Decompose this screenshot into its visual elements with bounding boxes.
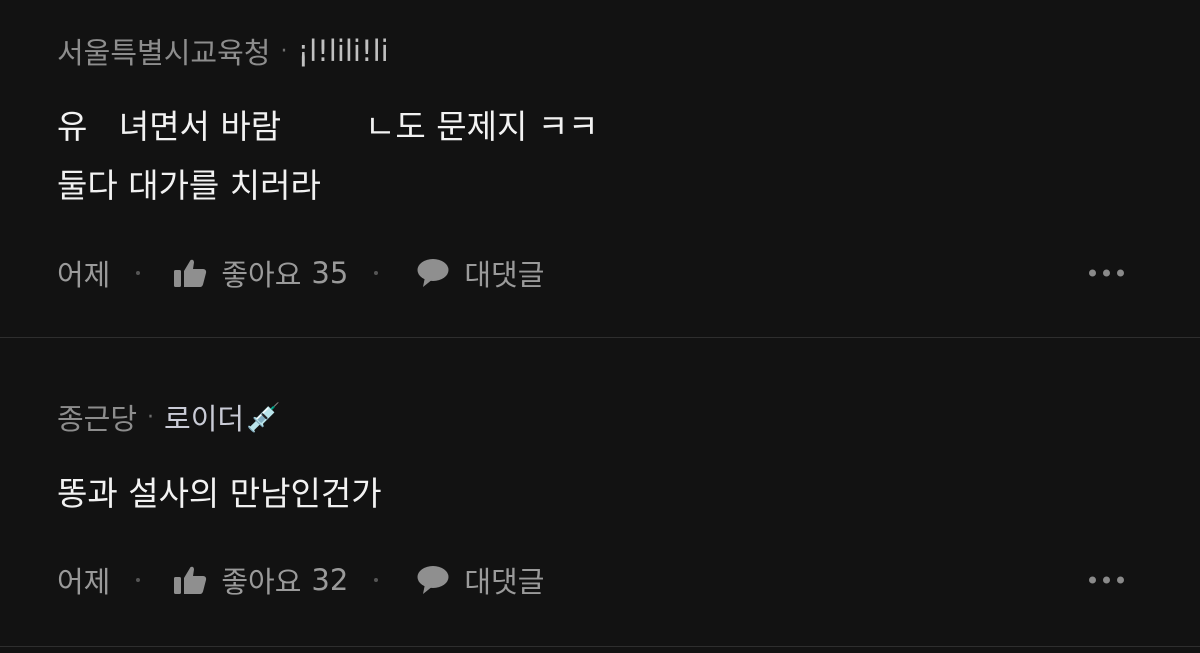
meta-separator: · <box>147 404 155 430</box>
comment-actions: 어제 좋아요 32 대댓글 <box>57 560 1200 600</box>
like-label: 좋아요 <box>221 565 302 599</box>
comment-line: 둘다 대가를 치러라 <box>57 166 321 205</box>
action-separator <box>374 271 379 275</box>
action-separator <box>374 578 379 582</box>
like-label: 좋아요 <box>221 258 302 292</box>
author-badge: 로이더 <box>164 402 245 436</box>
more-dot <box>1089 269 1096 277</box>
speech-bubble-icon <box>417 566 449 594</box>
comment-body: 똥과 설사의 만남인건가 <box>57 464 382 523</box>
comment-item: 서울특별시교육청 · ¡l!lili!li 유 녀면서 바람 ㄴ도 문제지 ㅋㅋ… <box>0 0 1200 338</box>
more-options-button[interactable] <box>1089 269 1124 277</box>
comment-line: 유 녀면서 바람 ㄴ도 문제지 ㅋㅋ <box>57 107 599 146</box>
action-separator <box>136 271 141 275</box>
like-button[interactable]: 좋아요 35 <box>173 252 348 294</box>
meta-separator: · <box>280 38 288 64</box>
syringe-icon: 💉 <box>246 400 281 434</box>
comment-line: 똥과 설사의 만남인건가 <box>57 474 382 513</box>
author-badge: ¡l!lili!li <box>297 34 389 68</box>
comment-time: 어제 <box>57 258 111 292</box>
like-button[interactable]: 좋아요 32 <box>173 559 348 601</box>
more-dot <box>1117 576 1124 584</box>
like-count: 35 <box>311 256 349 290</box>
reply-label: 대댓글 <box>464 565 545 599</box>
thumbs-up-icon <box>174 566 207 594</box>
more-dot <box>1103 269 1110 277</box>
comment-actions: 어제 좋아요 35 대댓글 <box>57 253 1200 293</box>
comment-item: 종근당 · 로이더 💉 똥과 설사의 만남인건가 어제 좋아요 32 대댓글 <box>0 338 1200 647</box>
thumbs-up-icon <box>174 259 207 287</box>
comment-meta: 종근당 · 로이더 💉 <box>57 396 281 438</box>
speech-bubble-icon <box>417 259 449 287</box>
more-dot <box>1089 576 1096 584</box>
author-name[interactable]: 종근당 <box>57 396 137 438</box>
more-dot <box>1117 269 1124 277</box>
reply-button[interactable]: 대댓글 <box>416 252 544 294</box>
like-count: 32 <box>311 563 349 597</box>
comment-time: 어제 <box>57 565 111 599</box>
author-name[interactable]: 서울특별시교육청 <box>57 30 270 72</box>
more-options-button[interactable] <box>1089 576 1124 584</box>
action-separator <box>136 578 141 582</box>
more-dot <box>1103 576 1110 584</box>
reply-button[interactable]: 대댓글 <box>416 559 544 601</box>
reply-label: 대댓글 <box>464 258 545 292</box>
comment-meta: 서울특별시교육청 · ¡l!lili!li <box>57 30 389 72</box>
comment-body: 유 녀면서 바람 ㄴ도 문제지 ㅋㅋ 둘다 대가를 치러라 <box>57 97 599 215</box>
